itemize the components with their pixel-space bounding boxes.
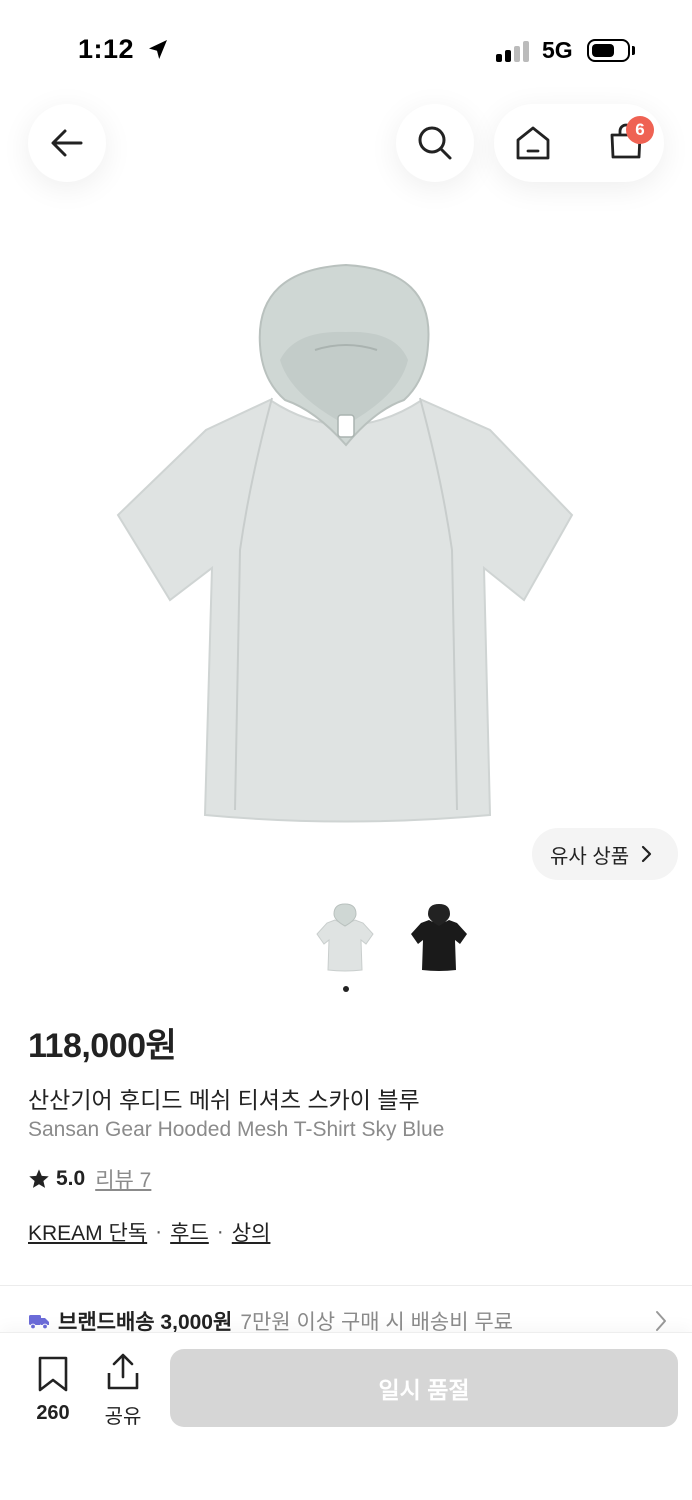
product-price: 118,000원 <box>28 1027 177 1065</box>
bookmark-icon <box>38 1356 68 1392</box>
cart-count-badge: 6 <box>626 116 654 144</box>
thumbnail-sky-blue[interactable] <box>310 900 380 976</box>
battery-tip <box>632 46 635 55</box>
home-button[interactable] <box>510 120 556 166</box>
product-name-english: Sansan Gear Hooded Mesh T-Shirt Sky Blue <box>28 1118 445 1141</box>
chevron-right-icon <box>656 1311 666 1331</box>
tag-kream-exclusive[interactable]: KREAM 단독 <box>28 1217 147 1247</box>
gallery-page-indicator <box>343 986 349 992</box>
section-divider <box>0 1285 692 1286</box>
rating-score: 5.0 <box>56 1167 86 1190</box>
rating-row: 5.0 리뷰 7 <box>28 1164 151 1194</box>
tag-hood[interactable]: 후드 <box>170 1217 209 1247</box>
thumbnail-strip <box>310 900 474 976</box>
share-icon <box>107 1353 139 1390</box>
cellular-signal-icon <box>496 40 529 62</box>
network-label: 5G <box>542 37 573 63</box>
bottom-action-bar: 260 공유 일시 품절 <box>0 1332 692 1500</box>
home-icon <box>516 126 550 160</box>
category-tags: KREAM 단독 · 후드 · 상의 <box>28 1217 270 1247</box>
back-button[interactable] <box>28 104 106 182</box>
bookmark-count: 260 <box>36 1402 70 1424</box>
tag-top[interactable]: 상의 <box>232 1217 271 1247</box>
location-arrow-icon <box>146 38 170 67</box>
share-label: 공유 <box>104 1406 142 1428</box>
similar-products-label: 유사 상품 <box>550 845 630 868</box>
truck-icon <box>29 1315 49 1330</box>
thumbnail-black[interactable] <box>404 900 474 976</box>
status-bar: 1:12 5G <box>0 0 692 100</box>
bookmark-button[interactable]: 260 <box>24 1355 82 1425</box>
similar-products-button[interactable]: 유사 상품 <box>532 828 678 880</box>
share-button[interactable]: 공유 <box>94 1353 152 1429</box>
search-button[interactable] <box>396 104 474 182</box>
sold-out-button[interactable]: 일시 품절 <box>170 1349 678 1427</box>
chevron-right-icon <box>642 845 652 863</box>
tag-separator: · <box>216 1220 224 1243</box>
star-icon <box>29 1169 49 1188</box>
search-icon <box>418 126 452 160</box>
review-link[interactable]: 리뷰 7 <box>95 1164 151 1194</box>
product-main-image[interactable] <box>100 250 592 840</box>
arrow-left-icon <box>51 129 83 157</box>
tag-separator: · <box>155 1220 163 1243</box>
product-name-korean: 산산기어 후디드 메쉬 티셔츠 스카이 블루 <box>28 1087 420 1113</box>
battery-icon <box>587 39 630 62</box>
status-time: 1:12 <box>78 34 135 64</box>
